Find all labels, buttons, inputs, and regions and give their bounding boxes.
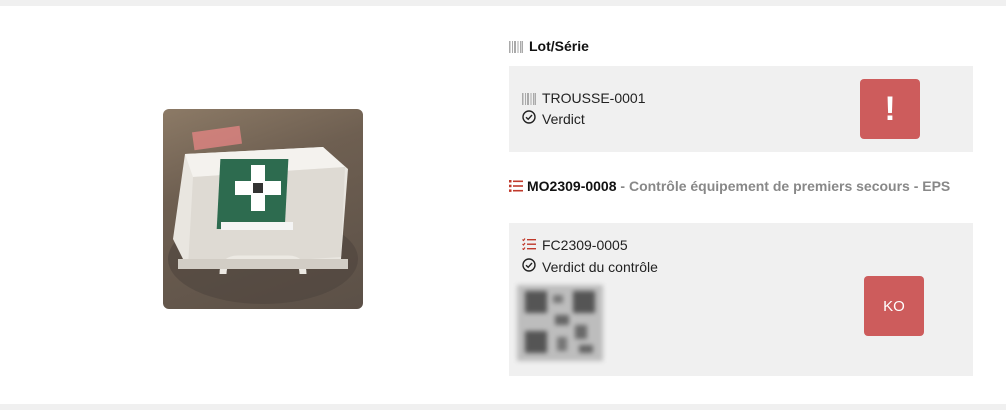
order-heading: MO2309-0008 - Contrôle équipement de pre…: [509, 176, 959, 197]
lot-serie-panel: TROUSSE-0001 Verdict !: [509, 66, 973, 152]
control-panel: FC2309-0005 Verdict du contrôle KO: [509, 223, 973, 376]
exclamation-icon: !: [884, 89, 896, 128]
qr-code-image: [517, 285, 603, 361]
order-description: - Contrôle équipement de premiers secour…: [616, 178, 951, 194]
lot-serie-heading: Lot/Série: [509, 38, 589, 54]
alert-button[interactable]: !: [860, 79, 920, 139]
ko-result-button[interactable]: KO: [864, 276, 924, 336]
serial-row: TROUSSE-0001: [522, 90, 645, 106]
check-circle-icon: [522, 110, 536, 127]
serial-number-link[interactable]: TROUSSE-0001: [542, 90, 645, 106]
control-reference-row: FC2309-0005: [522, 237, 628, 253]
lot-serie-title: Lot/Série: [529, 38, 589, 54]
verdict-row: Verdict: [522, 110, 585, 127]
check-circle-icon: [522, 258, 536, 275]
barcode-icon: [522, 92, 536, 105]
list-icon: [509, 177, 523, 197]
verdict-label: Verdict: [542, 110, 585, 127]
control-reference-link[interactable]: FC2309-0005: [542, 237, 628, 253]
checklist-icon: [522, 237, 536, 253]
order-reference-link[interactable]: MO2309-0008: [527, 178, 617, 194]
product-photo: [163, 109, 363, 309]
main-card: Lot/Série TROUSSE-0001 Verdict ! MO2309-…: [0, 6, 1006, 404]
ko-button-label: KO: [883, 297, 905, 315]
barcode-icon: [509, 40, 523, 53]
control-verdict-label: Verdict du contrôle: [542, 258, 658, 275]
control-verdict-row: Verdict du contrôle: [522, 258, 658, 275]
